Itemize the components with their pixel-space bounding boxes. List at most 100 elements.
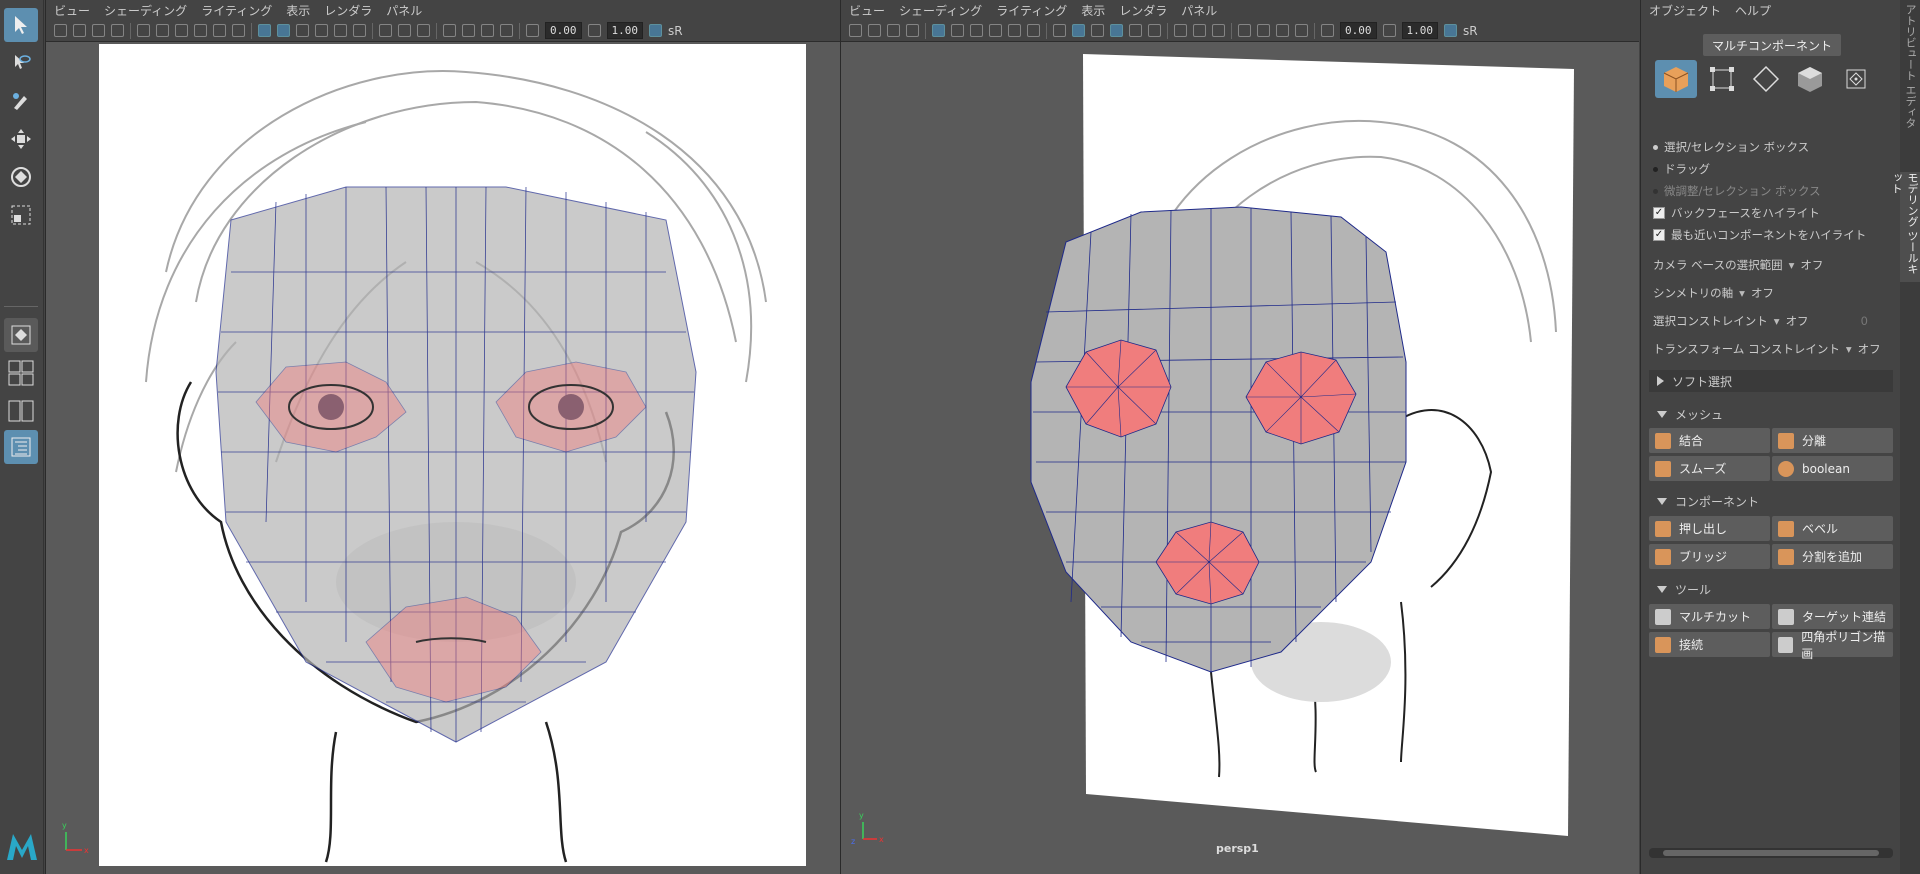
section-soft-select[interactable]: ソフト選択: [1649, 370, 1893, 392]
checkbox-checked-icon[interactable]: ✓: [1653, 229, 1665, 241]
shadows-icon[interactable]: [1148, 24, 1161, 37]
select-tool-icon[interactable]: [4, 8, 38, 42]
resolution-gate-icon[interactable]: [175, 24, 188, 37]
menu-lighting[interactable]: ライティング: [996, 2, 1067, 19]
vertex-mode-icon[interactable]: [1701, 60, 1743, 98]
menu-view[interactable]: ビュー: [54, 2, 90, 19]
multi-cut-button[interactable]: マルチカット: [1649, 604, 1770, 629]
viewport-canvas[interactable]: y x: [46, 42, 840, 874]
lights-icon[interactable]: [1129, 24, 1142, 37]
antialias-icon[interactable]: [417, 24, 430, 37]
xray-joints-icon[interactable]: [1276, 24, 1289, 37]
smooth-shade-icon[interactable]: [1072, 24, 1085, 37]
edge-mode-icon[interactable]: [1745, 60, 1787, 98]
layout-single-icon[interactable]: [4, 318, 38, 352]
exposure-field[interactable]: 0.00: [545, 22, 582, 39]
isolate-select-icon[interactable]: [443, 24, 456, 37]
exposure-icon[interactable]: [526, 24, 539, 37]
dropdown-symmetry[interactable]: シンメトリの軸 ▾ オフ: [1653, 285, 1774, 301]
quad-draw-button[interactable]: 四角ポリゴン描画: [1772, 630, 1893, 661]
xray-icon[interactable]: [462, 24, 475, 37]
layout-two-icon[interactable]: [4, 394, 38, 428]
viewport-front[interactable]: ビュー シェーディング ライティング 表示 レンダラ パネル 0.00 1.00…: [45, 0, 840, 874]
ambient-occlusion-icon[interactable]: [1174, 24, 1187, 37]
option-drag[interactable]: ドラッグ: [1653, 161, 1710, 177]
textured-icon[interactable]: [315, 24, 328, 37]
boolean-button[interactable]: boolean: [1772, 456, 1893, 481]
viewport-canvas[interactable]: y x z persp1: [841, 42, 1639, 874]
horizontal-scrollbar[interactable]: [1649, 848, 1893, 858]
safe-action-icon[interactable]: [232, 24, 245, 37]
menu-show[interactable]: 表示: [286, 2, 310, 19]
extrude-button[interactable]: 押し出し: [1649, 516, 1770, 541]
target-weld-button[interactable]: ターゲット連結: [1772, 604, 1893, 629]
option-highlight-nearest[interactable]: ✓ 最も近いコンポーネントをハイライト: [1653, 227, 1866, 243]
layout-four-icon[interactable]: [4, 356, 38, 390]
wireframe-icon[interactable]: [1053, 24, 1066, 37]
face-mode-icon[interactable]: [1789, 60, 1831, 98]
section-tools[interactable]: ツール: [1649, 578, 1893, 600]
dropdown-transform-constraint[interactable]: トランスフォーム コンストレイント ▾ オフ: [1653, 341, 1881, 357]
section-components[interactable]: コンポーネント: [1649, 490, 1893, 512]
rotate-tool-icon[interactable]: [4, 160, 38, 194]
menu-show[interactable]: 表示: [1081, 2, 1105, 19]
separate-button[interactable]: 分離: [1772, 428, 1893, 453]
lasso-tool-icon[interactable]: [4, 46, 38, 80]
dropdown-camera-based-selection[interactable]: カメラ ベースの選択範囲 ▾ オフ: [1653, 257, 1823, 273]
lights-icon[interactable]: [334, 24, 347, 37]
default-material-icon[interactable]: [296, 24, 309, 37]
menu-panels[interactable]: パネル: [386, 2, 422, 19]
motion-blur-icon[interactable]: [1193, 24, 1206, 37]
image-plane-icon[interactable]: [111, 24, 124, 37]
bridge-button[interactable]: ブリッジ: [1649, 544, 1770, 569]
menu-object[interactable]: オブジェクト: [1649, 2, 1721, 19]
film-gate-icon[interactable]: [951, 24, 964, 37]
move-tool-icon[interactable]: [4, 122, 38, 156]
ambient-occlusion-icon[interactable]: [379, 24, 392, 37]
viewport-persp[interactable]: ビュー シェーディング ライティング 表示 レンダラ パネル 0.00 1.00…: [840, 0, 1639, 874]
isolate-select-icon[interactable]: [1238, 24, 1251, 37]
field-chart-icon[interactable]: [213, 24, 226, 37]
add-divisions-button[interactable]: 分割を追加: [1772, 544, 1893, 569]
textured-icon[interactable]: [1110, 24, 1123, 37]
menu-help[interactable]: ヘルプ: [1735, 2, 1771, 19]
resolution-gate-icon[interactable]: [970, 24, 983, 37]
option-highlight-backfaces[interactable]: ✓ バックフェースをハイライト: [1653, 205, 1820, 221]
checkbox-checked-icon[interactable]: ✓: [1653, 207, 1665, 219]
smooth-button[interactable]: スムーズ: [1649, 456, 1770, 481]
exposure-icon[interactable]: [1321, 24, 1334, 37]
color-management-icon[interactable]: [649, 24, 662, 37]
safe-action-icon[interactable]: [1027, 24, 1040, 37]
menu-shading[interactable]: シェーディング: [899, 2, 982, 19]
image-plane-icon[interactable]: [906, 24, 919, 37]
camera-attr-icon[interactable]: [868, 24, 881, 37]
bookmark-icon[interactable]: [887, 24, 900, 37]
xray-icon[interactable]: [1257, 24, 1270, 37]
menu-view[interactable]: ビュー: [849, 2, 885, 19]
camera-select-icon[interactable]: [54, 24, 67, 37]
film-gate-icon[interactable]: [156, 24, 169, 37]
field-chart-icon[interactable]: [1008, 24, 1021, 37]
tab-attribute-editor[interactable]: アトリビュート エディタ: [1902, 4, 1918, 164]
motion-blur-icon[interactable]: [398, 24, 411, 37]
gamma-field[interactable]: 1.00: [606, 22, 643, 39]
scale-tool-icon[interactable]: [4, 198, 38, 232]
scrollbar-thumb[interactable]: [1663, 850, 1879, 856]
gamma-icon[interactable]: [1382, 24, 1396, 37]
combine-button[interactable]: 結合: [1649, 428, 1770, 453]
wireframe-icon[interactable]: [258, 24, 271, 37]
bookmark-icon[interactable]: [92, 24, 105, 37]
menu-shading[interactable]: シェーディング: [104, 2, 187, 19]
antialias-icon[interactable]: [1212, 24, 1225, 37]
camera-select-icon[interactable]: [849, 24, 862, 37]
gate-mask-icon[interactable]: [194, 24, 207, 37]
backface-culling-icon[interactable]: [1295, 24, 1308, 37]
bevel-button[interactable]: ベベル: [1772, 516, 1893, 541]
object-mode-icon[interactable]: [1655, 60, 1697, 98]
smooth-shade-icon[interactable]: [277, 24, 290, 37]
xray-joints-icon[interactable]: [481, 24, 494, 37]
grid-icon[interactable]: [137, 24, 150, 37]
connect-button[interactable]: 接続: [1649, 632, 1770, 657]
menu-renderer[interactable]: レンダラ: [324, 2, 372, 19]
grid-icon[interactable]: [932, 24, 945, 37]
